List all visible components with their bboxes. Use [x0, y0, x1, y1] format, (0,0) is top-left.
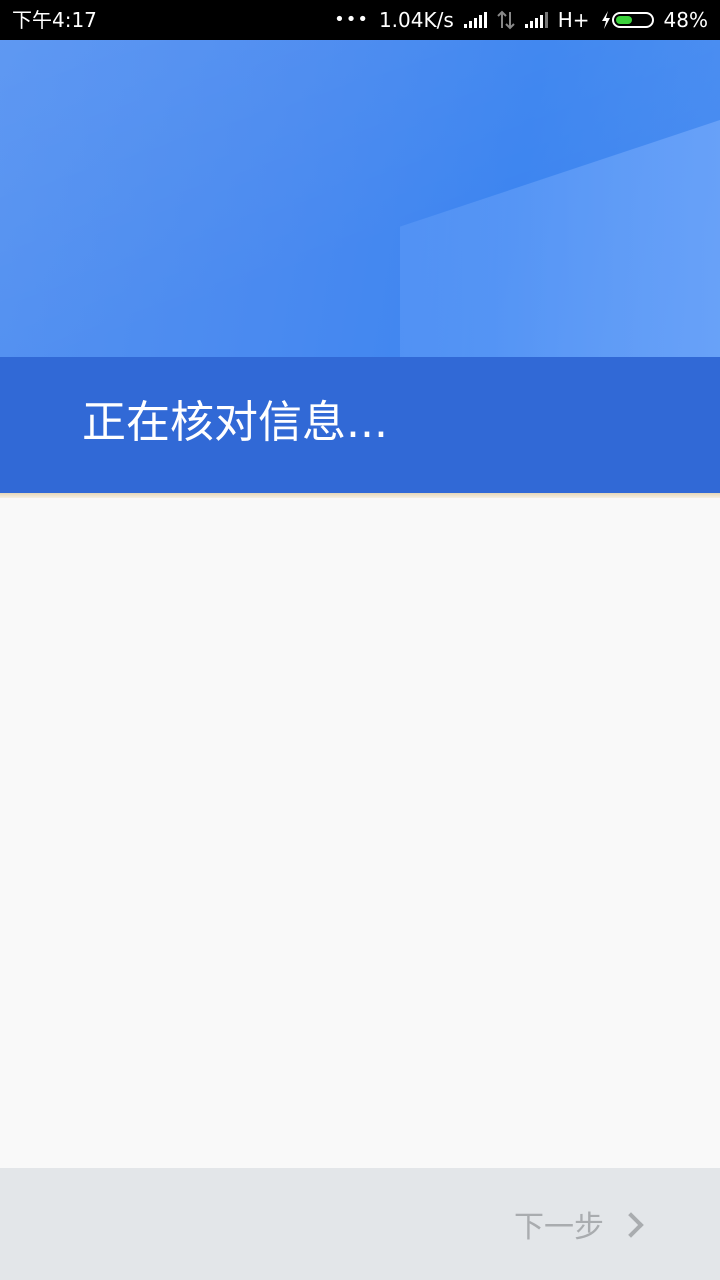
content-area: [0, 498, 720, 1168]
battery-fill: [615, 16, 632, 24]
more-notifications-icon: •••: [334, 9, 369, 30]
signal-strength-2-icon: [524, 12, 548, 28]
network-speed: 1.04K/s: [378, 8, 454, 32]
title-band: 正在核对信息...: [0, 357, 720, 498]
status-indicators: ••• 1.04K/s H+ 48%: [334, 0, 708, 40]
chevron-right-icon: [618, 1212, 644, 1238]
charging-bolt-icon: [601, 11, 610, 29]
next-step-button[interactable]: 下一步: [514, 1200, 644, 1248]
next-step-label: 下一步: [514, 1210, 604, 1245]
screen: 下午4:17 ••• 1.04K/s H+ 48% 正在核对信息... 下一步: [0, 0, 720, 1280]
battery-level: [611, 12, 654, 28]
battery-icon: [600, 10, 654, 30]
battery-percent: 48%: [663, 8, 708, 32]
network-type: H+: [557, 8, 590, 32]
data-transfer-icon: [497, 10, 515, 30]
header-banner: [0, 40, 720, 357]
signal-strength-icon: [463, 12, 487, 28]
footer-bar: 下一步: [0, 1168, 720, 1280]
page-title: 正在核对信息...: [82, 397, 388, 448]
status-time: 下午4:17: [12, 8, 97, 32]
status-bar: 下午4:17 ••• 1.04K/s H+ 48%: [0, 0, 720, 40]
